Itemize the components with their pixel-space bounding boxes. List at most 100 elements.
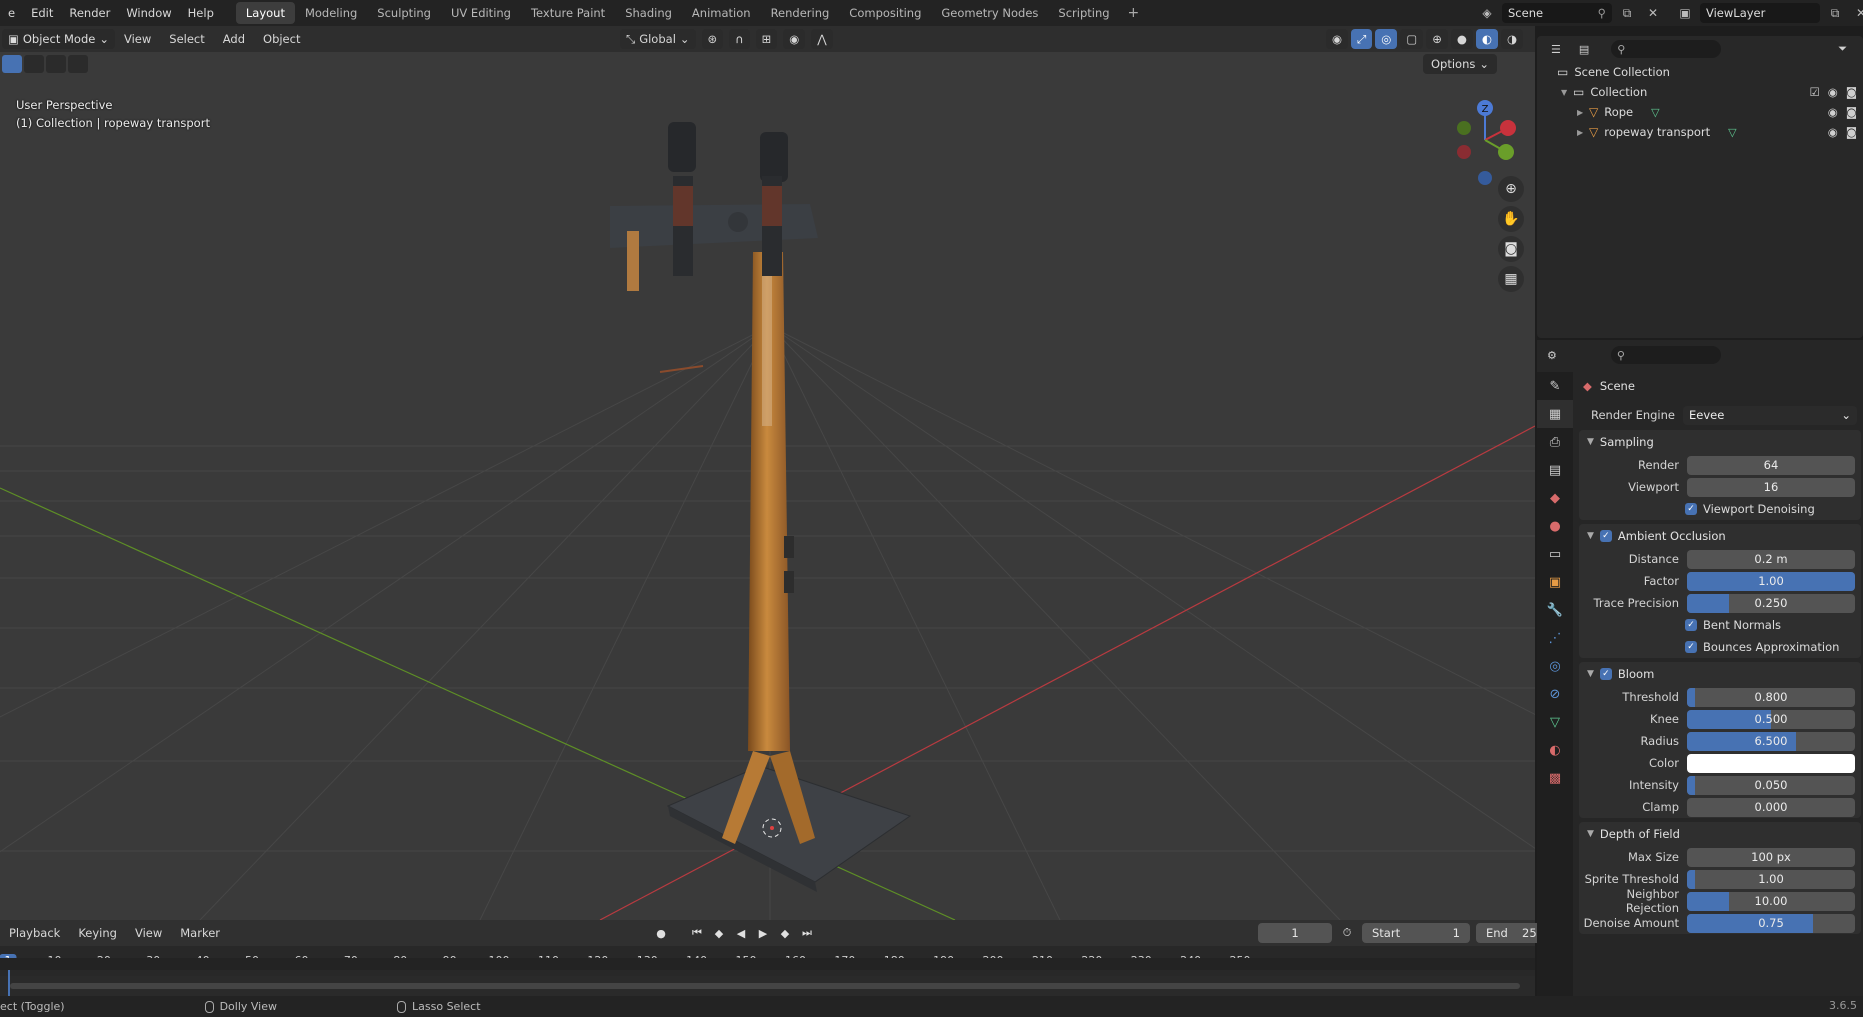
display-mode-icon[interactable]: ▤ [1579, 43, 1589, 56]
scene-icon[interactable]: ◈ [1476, 3, 1498, 23]
bent-normals-row[interactable]: ✓ Bent Normals [1579, 614, 1861, 636]
menu-playback[interactable]: Playback [0, 926, 69, 940]
camera-icon[interactable]: ◙ [1846, 85, 1857, 99]
stopwatch-icon[interactable]: ⏱ [1338, 923, 1356, 943]
render-engine-dropdown[interactable]: Eevee ⌄ [1683, 405, 1857, 425]
checkbox-checked-icon[interactable]: ✓ [1685, 619, 1697, 631]
menu-keying[interactable]: Keying [69, 926, 126, 940]
checkbox-checked-icon[interactable]: ✓ [1685, 503, 1697, 515]
tab-scripting[interactable]: Scripting [1048, 2, 1119, 24]
bounces-row[interactable]: ✓ Bounces Approximation [1579, 636, 1861, 658]
shading-rendered[interactable]: ◑ [1500, 29, 1523, 49]
modifier-tab-icon[interactable]: 🔧 [1537, 596, 1573, 624]
orientation-dropdown[interactable]: ⤡ Global ⌄ [620, 29, 696, 49]
sampling-render-field[interactable]: 64 [1687, 455, 1855, 475]
ao-distance-field[interactable]: 0.2 m [1687, 549, 1855, 569]
data-tab-icon[interactable]: ▽ [1537, 708, 1573, 736]
play-reverse-icon[interactable]: ◀ [732, 923, 750, 943]
record-icon[interactable]: ● [652, 923, 670, 943]
prev-keyframe-icon[interactable]: ◆ [710, 923, 728, 943]
particles-tab-icon[interactable]: ⋰ [1537, 624, 1573, 652]
tab-shading[interactable]: Shading [615, 2, 682, 24]
overlay-toggle[interactable]: ◎ [1375, 29, 1398, 49]
start-frame-field[interactable]: Start 1 [1362, 923, 1470, 943]
object-tab-icon[interactable]: ▣ [1537, 568, 1573, 596]
eye-icon[interactable]: ◉ [1828, 85, 1838, 99]
expand-triangle-icon[interactable]: ▼ [1561, 88, 1573, 97]
tab-uv-editing[interactable]: UV Editing [441, 2, 521, 24]
tab-sculpting[interactable]: Sculpting [367, 2, 441, 24]
gizmo-toggle[interactable]: ⤢ [1351, 29, 1373, 49]
menu-edit[interactable]: Edit [23, 0, 61, 26]
world-tab-icon[interactable]: ● [1537, 512, 1573, 540]
add-workspace-icon[interactable]: + [1120, 5, 1148, 21]
scene-tab-icon[interactable]: ◆ [1537, 484, 1573, 512]
tab-geometry-nodes[interactable]: Geometry Nodes [931, 2, 1048, 24]
timeline-scrollbar[interactable] [10, 983, 1520, 989]
viewport-denoising-row[interactable]: ✓ Viewport Denoising [1579, 498, 1861, 520]
pin-icon[interactable]: ⚲ [1598, 6, 1606, 20]
menu-marker[interactable]: Marker [171, 926, 229, 940]
next-keyframe-icon[interactable]: ◆ [776, 923, 794, 943]
outliner-item-rope[interactable]: ▶ ▽ Rope ▽ ◉ ◙ [1537, 102, 1863, 122]
view-layer-field[interactable]: ViewLayer [1700, 3, 1820, 23]
pivot-dropdown[interactable]: ⊛ [701, 29, 724, 49]
tab-rendering[interactable]: Rendering [761, 2, 840, 24]
shading-solid[interactable]: ● [1450, 29, 1473, 49]
physics-tab-icon[interactable]: ◎ [1537, 652, 1573, 680]
tab-animation[interactable]: Animation [682, 2, 761, 24]
visibility-dropdown[interactable]: ◉ [1326, 29, 1349, 49]
menu-timeline-view[interactable]: View [126, 926, 171, 940]
checkbox-checked-icon[interactable]: ✓ [1685, 641, 1697, 653]
pan-hand-icon[interactable]: ✋ [1498, 206, 1524, 232]
dof-denoise-slider[interactable]: 0.75 [1687, 913, 1855, 933]
jump-start-icon[interactable]: ⏮ [688, 923, 706, 943]
ao-enable-checkbox[interactable]: ✓ [1599, 530, 1612, 542]
dof-sprite-slider[interactable]: 1.00 [1687, 869, 1855, 889]
select-new-icon[interactable] [2, 55, 22, 73]
bloom-radius-slider[interactable]: 6.500 [1687, 731, 1855, 751]
texture-tab-icon[interactable]: ▩ [1537, 764, 1573, 792]
eye-icon[interactable]: ◉ [1828, 105, 1838, 119]
menu-window[interactable]: Window [118, 0, 179, 26]
ao-precision-slider[interactable]: 0.250 [1687, 593, 1855, 613]
snap-target[interactable]: ⊞ [755, 29, 778, 49]
current-frame-field[interactable]: 1 [1258, 923, 1332, 943]
bloom-color-swatch[interactable] [1687, 753, 1855, 773]
camera-view-icon[interactable]: ◙ [1498, 236, 1524, 262]
select-subtract-icon[interactable] [46, 55, 66, 73]
bloom-clamp-field[interactable]: 0.000 [1687, 797, 1855, 817]
outliner-item-ropeway-transport[interactable]: ▶ ▽ ropeway transport ▽ ◉ ◙ [1537, 122, 1863, 142]
ao-header[interactable]: ▼ ✓ Ambient Occlusion [1579, 524, 1861, 548]
checkbox-icon[interactable]: ☑ [1809, 85, 1819, 99]
view-layer-icon[interactable]: ▣ [1674, 3, 1696, 23]
camera-icon[interactable]: ◙ [1846, 125, 1857, 139]
tab-layout[interactable]: Layout [235, 2, 295, 24]
navigation-gizmo[interactable]: Z [1448, 96, 1518, 186]
dof-header[interactable]: ▼ Depth of Field [1579, 822, 1861, 846]
bloom-knee-slider[interactable]: 0.500 [1687, 709, 1855, 729]
proportional-toggle[interactable]: ◉ [783, 29, 806, 49]
new-scene-icon[interactable]: ⧉ [1616, 3, 1638, 23]
delete-view-layer-icon[interactable]: ✕ [1850, 3, 1863, 23]
select-intersect-icon[interactable] [68, 55, 88, 73]
keyframe-track[interactable] [0, 958, 1535, 970]
select-extend-icon[interactable] [24, 55, 44, 73]
falloff-dropdown[interactable]: ⋀ [811, 29, 833, 49]
play-icon[interactable]: ▶ [754, 923, 772, 943]
dof-maxsize-field[interactable]: 100 px [1687, 847, 1855, 867]
filter-icon[interactable]: ⏷ [1838, 42, 1847, 56]
shading-material[interactable]: ◐ [1475, 29, 1498, 49]
new-view-layer-icon[interactable]: ⧉ [1824, 3, 1846, 23]
menu-file-partial[interactable]: e [0, 0, 23, 26]
options-button[interactable]: Options ⌄ [1422, 54, 1497, 74]
properties-search[interactable]: ⚲ [1610, 346, 1721, 364]
outliner-editor-icon[interactable]: ☰ [1551, 43, 1561, 56]
shading-wireframe[interactable]: ⊕ [1426, 29, 1448, 49]
bloom-enable-checkbox[interactable]: ✓ [1599, 668, 1612, 680]
zoom-icon[interactable]: ⊕ [1498, 176, 1524, 202]
eye-icon[interactable]: ◉ [1828, 125, 1838, 139]
snap-toggle[interactable]: ∩ [729, 29, 750, 49]
properties-editor-icon[interactable]: ⚙ [1547, 349, 1557, 362]
jump-end-icon[interactable]: ⏭ [798, 923, 816, 943]
